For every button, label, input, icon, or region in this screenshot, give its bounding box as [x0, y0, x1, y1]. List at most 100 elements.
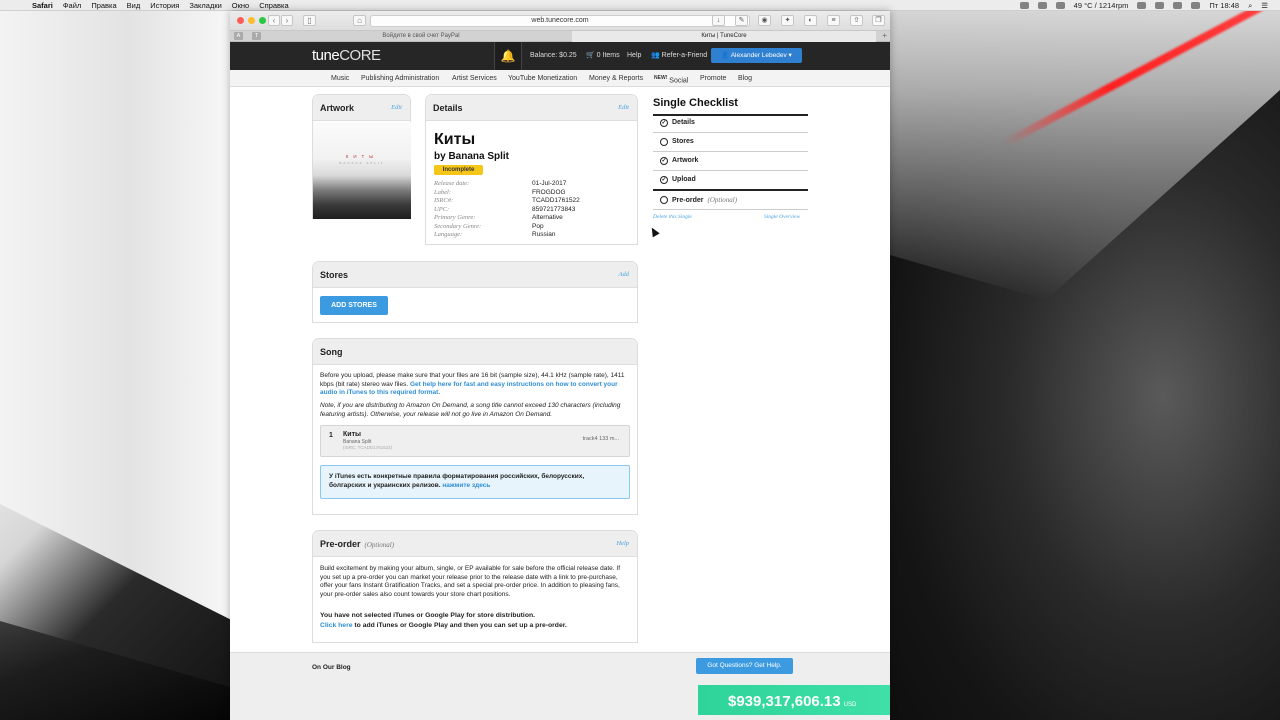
address-bar[interactable]: web.tunecore.com ↻ — [370, 15, 750, 27]
caret-down-icon: ▾ — [786, 52, 792, 59]
logo-core: CORE — [339, 47, 381, 64]
wifi-icon[interactable] — [1155, 2, 1165, 9]
tray-icon[interactable] — [1055, 2, 1065, 9]
preorder-warning-rest: to add iTunes or Google Play and then yo… — [354, 622, 567, 629]
track-row[interactable]: 1 Киты Banana Split (ISRC: TCADD1761522)… — [320, 425, 630, 457]
meta-value: Alternative — [532, 214, 563, 221]
new-tab-icon[interactable]: + — [882, 31, 887, 40]
user-name: Alexander Lebedev — [730, 52, 787, 59]
nav-publishing-administration[interactable]: Publishing Administration — [361, 70, 439, 87]
balance-link[interactable]: Balance: $0.25 — [530, 42, 577, 70]
meta-key: Release date: — [434, 180, 470, 187]
click-here-link[interactable]: Click here — [320, 622, 353, 629]
tab-paypal[interactable]: Войдите в свой счет PayPal — [270, 31, 572, 42]
nav-blog[interactable]: Blog — [738, 70, 752, 87]
cart-link[interactable]: 🛒 0 Items — [586, 42, 620, 70]
details-edit-link[interactable]: Edit — [618, 104, 629, 111]
checklist-item-upload[interactable]: ✓ Upload — [653, 171, 808, 190]
checklist-item-preorder[interactable]: Pre-order (Optional) — [653, 191, 808, 210]
get-help-button[interactable]: Got Questions? Get Help. — [696, 658, 793, 674]
tab-tunecore[interactable]: Киты | TuneCore — [572, 31, 876, 42]
album-cover-image[interactable]: КИТЫ BANANA SPLIT — [313, 122, 411, 219]
pinned-tab[interactable]: A — [234, 32, 243, 40]
preorder-warning-text: You have not selected iTunes or Google P… — [320, 612, 536, 619]
search-icon[interactable]: ⌕ — [1248, 1, 1252, 11]
checklist-item-stores[interactable]: Stores — [653, 133, 808, 152]
nav-promote[interactable]: Promote — [700, 70, 726, 87]
volume-icon[interactable] — [1191, 2, 1201, 9]
menu-help[interactable]: Справка — [259, 1, 288, 10]
meta-key: Secondary Genre: — [434, 222, 482, 230]
extension-icon[interactable]: ≡ — [827, 15, 840, 26]
itunes-notice-link[interactable]: нажмите здесь — [442, 482, 490, 489]
track-isrc: (ISRC: TCADD1761522) — [343, 445, 393, 450]
refer-label: Refer-a-Friend — [661, 52, 708, 59]
close-window-button[interactable] — [237, 17, 244, 24]
menu-app-name[interactable]: Safari — [32, 1, 53, 10]
notification-center-icon[interactable]: ☰ — [1261, 1, 1268, 10]
user-menu-button[interactable]: 👤 Alexander Lebedev ▾ — [711, 48, 802, 63]
new-badge: NEW! — [654, 75, 668, 81]
tray-icon[interactable] — [1019, 2, 1029, 9]
forward-button[interactable]: › — [281, 15, 293, 26]
stores-card-header: Stores Add — [313, 262, 637, 288]
stores-add-link[interactable]: Add — [619, 271, 629, 278]
menu-bookmarks[interactable]: Закладки — [189, 1, 221, 10]
preorder-title-text: Pre-order — [320, 539, 361, 549]
zoom-window-button[interactable] — [259, 17, 266, 24]
delete-single-link[interactable]: Delete this Single — [653, 214, 692, 220]
extension-icon[interactable]: ✎ — [735, 15, 748, 26]
artwork-edit-link[interactable]: Edit — [391, 104, 402, 111]
menu-file[interactable]: Файл — [63, 1, 81, 10]
earnings-unit: USD — [843, 702, 857, 708]
language-flag-icon[interactable] — [1173, 2, 1183, 9]
home-icon[interactable]: ⌂ — [353, 15, 366, 26]
checklist-item-artwork[interactable]: ✓ Artwork — [653, 152, 808, 171]
details-card-header: Details Edit — [426, 95, 637, 121]
extension-icon[interactable]: ◉ — [758, 15, 771, 26]
status-badge: Incomplete — [434, 165, 483, 175]
nav-youtube-monetization[interactable]: YouTube Monetization — [508, 70, 577, 87]
tray-icon[interactable] — [1037, 2, 1047, 9]
add-stores-button[interactable]: ADD STORES — [320, 296, 388, 315]
site-header: tuneCORE 🔔 Balance: $0.25 🛒 0 Items Help… — [230, 42, 890, 70]
tabs-overview-icon[interactable]: ❐ — [872, 15, 885, 26]
pinned-tab[interactable]: T — [252, 32, 261, 40]
temperature-readout[interactable]: 49 °C / 1214rpm — [1074, 1, 1129, 10]
preorder-warning-line: Click here to add iTunes or Google Play … — [320, 621, 630, 631]
extension-icon[interactable]: ✦ — [781, 15, 794, 26]
clock[interactable]: Пт 18:48 — [1209, 1, 1239, 10]
menu-edit[interactable]: Правка — [91, 1, 116, 10]
checklist-item-label: Stores — [672, 138, 694, 145]
checklist-item-details[interactable]: ✓ Details — [653, 114, 808, 133]
nav-music[interactable]: Music — [331, 70, 349, 87]
meta-value: Pop — [532, 222, 544, 230]
preorder-card: Pre-order (Optional) Help Build excitemen… — [312, 530, 638, 643]
bluetooth-icon[interactable] — [1137, 2, 1147, 9]
nav-money-reports[interactable]: Money & Reports — [589, 70, 643, 87]
back-button[interactable]: ‹ — [268, 15, 280, 26]
nav-artist-services[interactable]: Artist Services — [452, 70, 497, 87]
people-icon: 👥 — [651, 52, 662, 59]
check-icon: ✓ — [660, 176, 668, 184]
single-overview-link[interactable]: Single Overview — [764, 214, 800, 220]
tunecore-logo[interactable]: tuneCORE — [312, 47, 381, 64]
extension-icon[interactable]: ◐ — [804, 15, 817, 26]
stores-title: Stores — [320, 270, 349, 280]
preorder-help-link[interactable]: Help — [616, 540, 629, 547]
help-link[interactable]: Help — [627, 42, 641, 70]
song-card-header: Song — [313, 339, 637, 365]
refer-a-friend-link[interactable]: 👥 Refer-a-Friend — [651, 42, 707, 70]
meta-value: FROGDOG — [532, 188, 566, 196]
notifications-bell-icon[interactable]: 🔔 — [494, 42, 522, 70]
minimize-window-button[interactable] — [248, 17, 255, 24]
download-icon[interactable]: ↓ — [712, 15, 725, 26]
menu-window[interactable]: Окно — [232, 1, 249, 10]
share-icon[interactable]: ⇧ — [850, 15, 863, 26]
meta-key: Primary Genre: — [434, 214, 476, 221]
menu-history[interactable]: История — [150, 1, 179, 10]
optional-label: (Optional) — [364, 541, 395, 549]
sidebar-toggle-icon[interactable]: ▯ — [303, 15, 316, 26]
menu-view[interactable]: Вид — [127, 1, 141, 10]
artwork-title: Artwork — [320, 103, 355, 113]
